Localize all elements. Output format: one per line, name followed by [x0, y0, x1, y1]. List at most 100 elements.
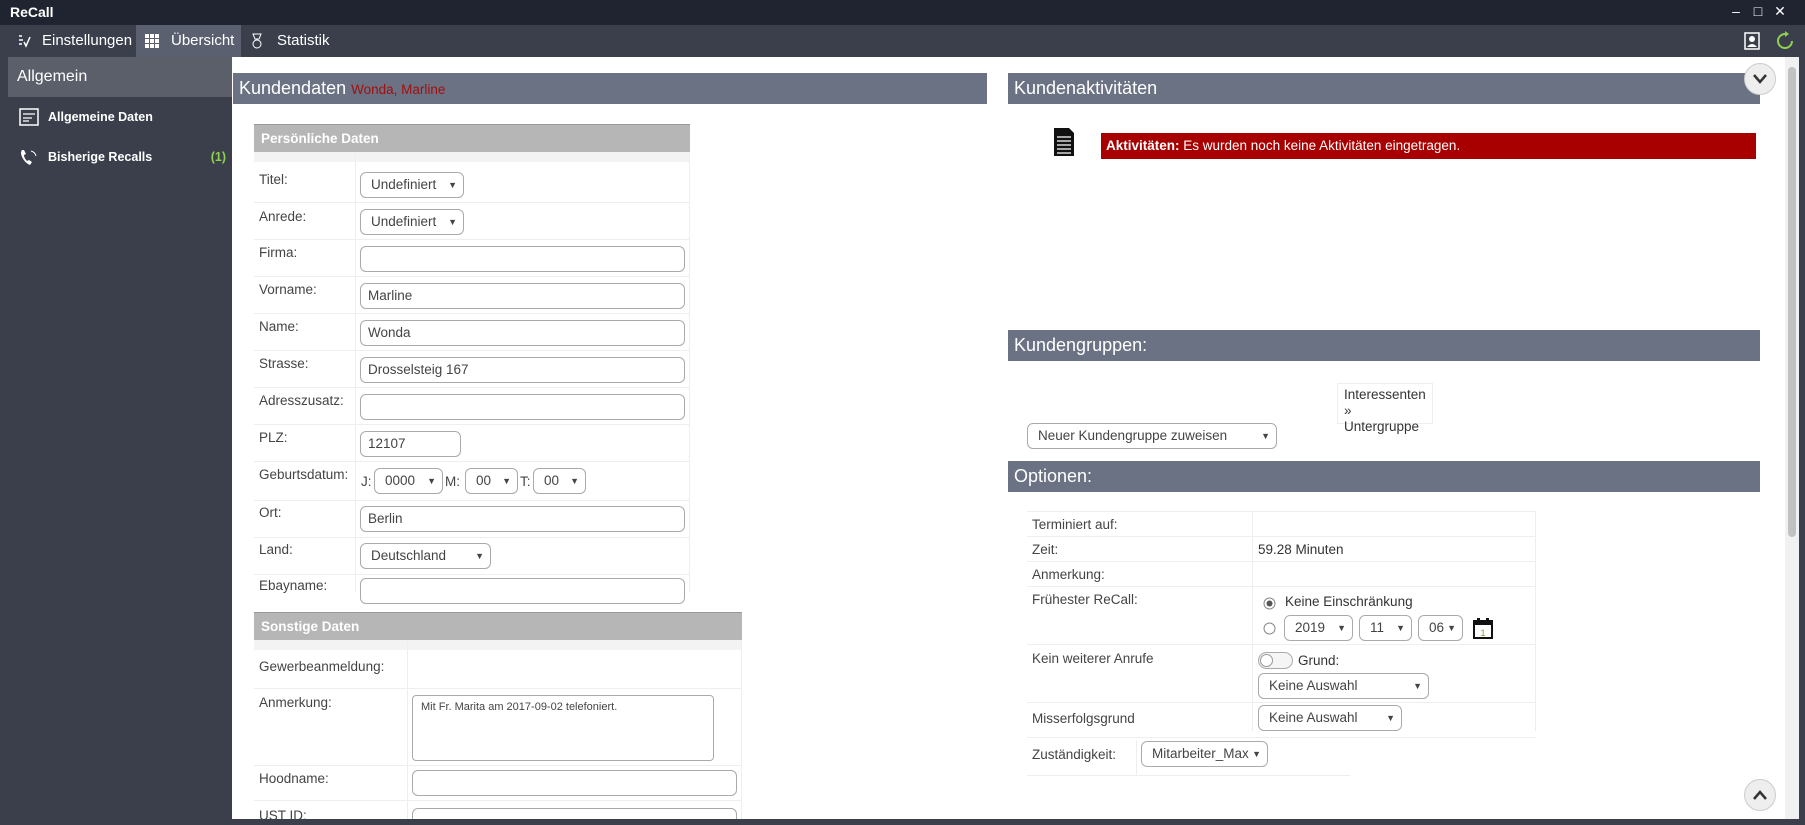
birth-day-select[interactable]: 00 ▼ [533, 468, 586, 494]
strasse-input[interactable]: Drosselsteig 167 [360, 357, 685, 383]
year-prefix-label: J: [361, 474, 372, 489]
anrede-label: Anrede: [259, 209, 307, 224]
select-value: Mitarbeiter_Max [1152, 746, 1249, 761]
menu-uebersicht[interactable]: Übersicht [136, 25, 241, 57]
main-scrollbar[interactable] [1785, 57, 1799, 819]
column-divider [1136, 740, 1137, 776]
sidebar-item-bisherige-recalls[interactable]: Bisherige Recalls (1) [8, 137, 232, 177]
zeit-value: 59.28 Minuten [1258, 542, 1344, 557]
dropdown-arrow-icon: ▼ [1413, 681, 1422, 691]
row-divider [254, 500, 690, 501]
chevron-down-icon [1753, 74, 1767, 84]
name-input[interactable]: Wonda [360, 320, 685, 346]
misserfolgsgrund-select[interactable]: Keine Auswahl ▼ [1258, 705, 1402, 731]
row-divider [254, 537, 690, 538]
refresh-icon[interactable] [1775, 31, 1795, 51]
kundengruppen-header: Kundengruppen: [1008, 330, 1760, 361]
select-value: 00 [476, 473, 492, 488]
ustid-input[interactable] [412, 808, 737, 819]
land-label: Land: [259, 542, 293, 557]
birth-year-select[interactable]: 0000 ▼ [374, 468, 443, 494]
dropdown-arrow-icon: ▼ [1386, 713, 1395, 723]
select-value: Deutschland [371, 548, 447, 563]
dropdown-arrow-icon: ▼ [1447, 623, 1456, 633]
hoodname-input[interactable] [412, 770, 737, 796]
row-divider [254, 574, 690, 575]
anmerkung-label: Anmerkung: [259, 695, 332, 710]
column-divider [741, 640, 742, 819]
chevron-up-icon [1753, 790, 1767, 800]
row-divider [1027, 644, 1536, 645]
maximize-button[interactable]: □ [1750, 3, 1766, 19]
customer-name: Wonda, Marline [351, 82, 446, 97]
row-divider [254, 239, 690, 240]
sidebar-item-allgemeine-daten[interactable]: Allgemeine Daten [8, 97, 232, 137]
document-icon [1054, 128, 1074, 156]
ort-label: Ort: [259, 505, 282, 520]
radio-label: Keine Einschränkung [1285, 594, 1413, 609]
assign-group-select[interactable]: Neuer Kundengruppe zuweisen ▼ [1027, 423, 1277, 449]
sonstige-daten-header: Sonstige Daten [254, 612, 742, 640]
sidebar-header: Allgemein [8, 57, 232, 97]
grund-select[interactable]: Keine Auswahl ▼ [1258, 673, 1429, 699]
plz-input[interactable]: 12107 [360, 431, 461, 457]
activities-alert: Aktivitäten: Es wurden noch keine Aktivi… [1101, 133, 1756, 159]
menu-label: Übersicht [171, 32, 235, 49]
titel-select[interactable]: Undefiniert ▼ [360, 172, 464, 198]
firma-input[interactable] [360, 246, 685, 272]
strasse-label: Strasse: [259, 356, 309, 371]
zustaendigkeit-label: Zuständigkeit: [1032, 747, 1117, 762]
group-path: Interessenten » [1344, 387, 1426, 418]
title-bar: ReCall – □ ✕ [0, 0, 1805, 25]
anrede-select[interactable]: Undefiniert ▼ [360, 209, 464, 235]
row-divider [254, 800, 742, 801]
vorname-input[interactable]: Marline [360, 283, 685, 309]
row-divider [254, 461, 690, 462]
row-divider [254, 276, 690, 277]
select-value: Keine Auswahl [1269, 678, 1358, 693]
hoodname-label: Hoodname: [259, 771, 329, 786]
day-prefix-label: T: [520, 474, 531, 489]
column-divider [689, 152, 690, 592]
kein-anrufe-toggle[interactable] [1258, 652, 1293, 669]
menu-statistik[interactable]: Statistik [243, 25, 338, 57]
recall-count-badge: (1) [210, 150, 226, 164]
select-value: 0000 [385, 473, 416, 488]
app-title: ReCall [10, 4, 54, 20]
minimize-button[interactable]: – [1728, 3, 1744, 19]
select-value: 2019 [1295, 620, 1326, 635]
dropdown-arrow-icon: ▼ [1252, 749, 1261, 759]
sidebar-item-label: Bisherige Recalls [48, 150, 153, 164]
form-icon [19, 108, 39, 126]
close-button[interactable]: ✕ [1772, 3, 1788, 19]
anmerkung-textarea[interactable]: Mit Fr. Marita am 2017-09-02 telefoniert… [412, 695, 714, 761]
ort-input[interactable]: Berlin [360, 506, 685, 532]
main-content: Kundendaten Wonda, Marline Persönliche D… [232, 57, 1785, 819]
scrollbar-thumb[interactable] [1788, 67, 1796, 537]
menu-einstellungen[interactable]: Einstellungen [8, 25, 134, 57]
user-profile-icon[interactable] [1743, 32, 1761, 50]
group-subgroup: Untergruppe [1344, 419, 1420, 434]
kein-anrufe-label: Kein weiterer Anrufe [1032, 651, 1154, 666]
zeit-label: Zeit: [1032, 542, 1059, 557]
customer-group-tag[interactable]: Interessenten » Untergruppe [1337, 383, 1433, 434]
recall-month-select[interactable]: 11 ▼ [1359, 615, 1412, 641]
zustaendigkeit-select[interactable]: Mitarbeiter_Max ▼ [1141, 741, 1268, 767]
radio-keine-einschraenkung[interactable] [1263, 597, 1276, 610]
fruehester-recall-label: Frühester ReCall: [1032, 592, 1138, 607]
land-select[interactable]: Deutschland ▼ [360, 543, 491, 569]
kundendaten-header: Kundendaten Wonda, Marline [233, 73, 987, 104]
scroll-up-button[interactable] [1744, 779, 1776, 811]
calendar-icon[interactable]: 1 [1472, 616, 1494, 640]
recall-year-select[interactable]: 2019 ▼ [1284, 615, 1353, 641]
month-prefix-label: M: [445, 474, 460, 489]
radio-date[interactable] [1263, 622, 1276, 635]
recall-day-select[interactable]: 06 ▼ [1418, 615, 1463, 641]
scroll-down-button[interactable] [1744, 63, 1776, 95]
adresszusatz-input[interactable] [360, 394, 685, 420]
birth-month-select[interactable]: 00 ▼ [465, 468, 518, 494]
row-divider [254, 424, 690, 425]
ebayname-input[interactable] [360, 578, 685, 604]
toggle-knob [1260, 654, 1273, 667]
row-divider [254, 688, 742, 689]
